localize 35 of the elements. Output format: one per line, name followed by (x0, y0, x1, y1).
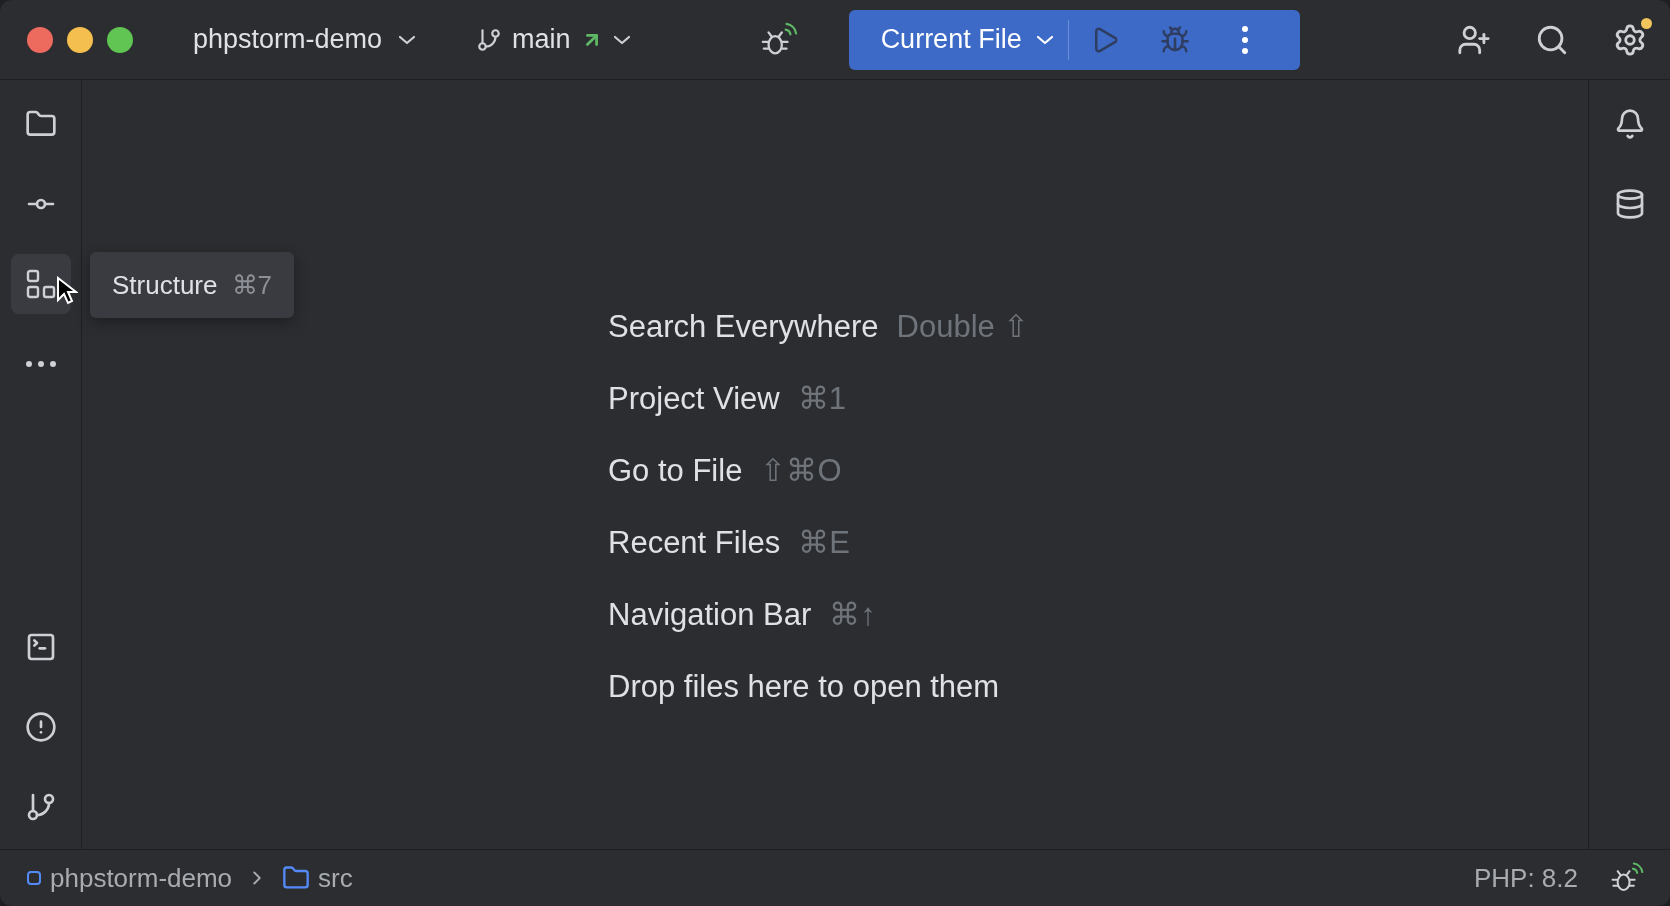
shortcut-text: Double ⇧ (896, 308, 1030, 346)
php-version-widget[interactable]: PHP: 8.2 (1473, 862, 1578, 894)
alert-icon (24, 711, 57, 743)
module-icon (26, 870, 42, 886)
shortcut-text: ⌘E (798, 524, 850, 562)
chevron-down-icon (398, 34, 417, 45)
mouse-pointer-icon (56, 276, 78, 306)
zoom-window-button[interactable] (107, 26, 133, 53)
hint-label: Drop files here to open them (608, 668, 1000, 706)
folder-icon (282, 864, 311, 892)
shortcut-text: ⌘1 (797, 380, 846, 418)
hint-label: Search Everywhere (608, 308, 879, 346)
bug-icon (1159, 24, 1190, 55)
project-selector[interactable]: phpstorm-demo (185, 18, 425, 61)
tooltip-shortcut: ⌘7 (231, 269, 272, 301)
minimize-window-button[interactable] (67, 26, 93, 53)
close-window-button[interactable] (27, 26, 53, 53)
hint-label: Recent Files (608, 524, 781, 562)
breadcrumb[interactable]: src (282, 862, 353, 894)
more-icon (25, 361, 56, 367)
branch-selector[interactable]: main (468, 18, 639, 61)
run-configuration-selector[interactable]: Current File (868, 17, 1068, 62)
tooltip-label: Structure (112, 269, 218, 301)
shortcut-text: ⇧⌘O (760, 452, 842, 490)
breadcrumb[interactable]: phpstorm-demo (26, 862, 233, 894)
chevron-down-icon (612, 34, 631, 45)
hint-label: Project View (608, 380, 780, 418)
settings-icon (1613, 22, 1647, 57)
chevron-down-icon (1035, 34, 1054, 45)
more-vertical-icon (1241, 25, 1248, 54)
structure-icon (24, 268, 57, 300)
hint-label: Go to File (608, 452, 743, 490)
branch-icon (476, 26, 503, 53)
hint-label: Navigation Bar (608, 596, 812, 634)
shortcut-text: ⌘↑ (829, 596, 876, 634)
